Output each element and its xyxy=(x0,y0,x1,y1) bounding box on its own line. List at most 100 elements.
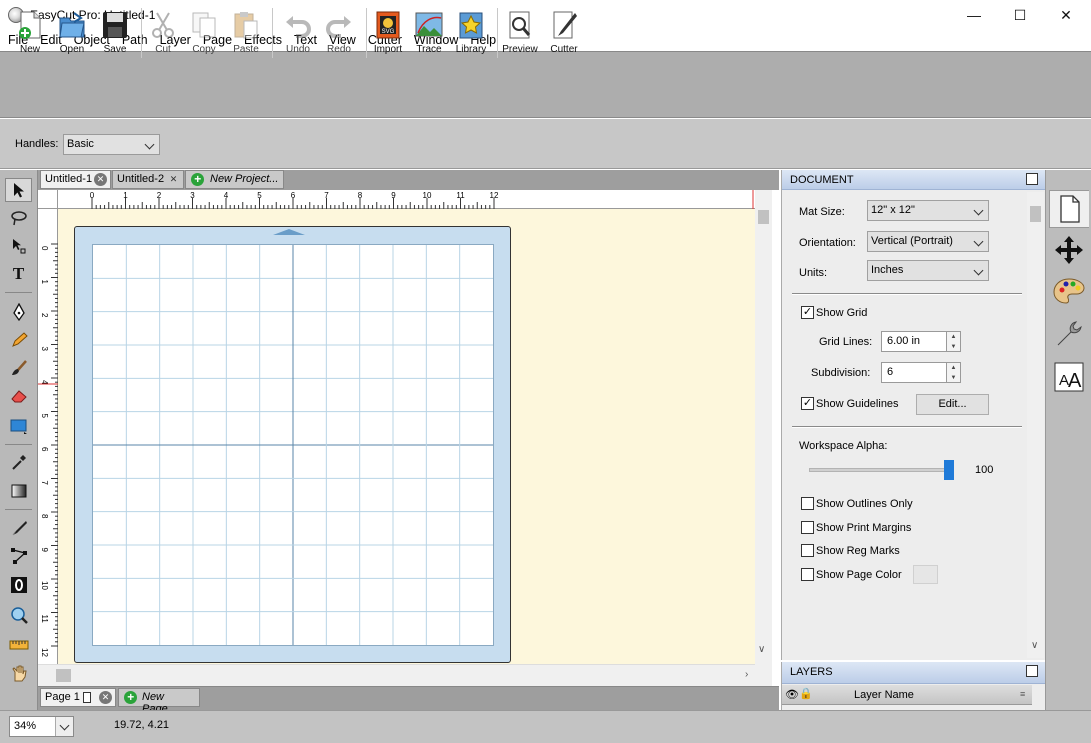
tab-label: Untitled-1 xyxy=(45,173,93,185)
page-color-swatch[interactable] xyxy=(913,565,938,584)
expand-panel-icon[interactable] xyxy=(1026,173,1038,185)
show-print-margins-checkbox[interactable] xyxy=(801,521,814,534)
copy-button[interactable]: Copy xyxy=(181,6,227,60)
brush-tool[interactable] xyxy=(5,356,32,380)
scroll-down-icon[interactable]: ∨ xyxy=(758,644,765,655)
page-1-tab[interactable]: Page 1 ✕ xyxy=(40,688,116,707)
weld-tool[interactable] xyxy=(5,573,32,597)
units-select[interactable]: Inches xyxy=(867,260,989,281)
expand-panel-icon[interactable] xyxy=(1026,665,1038,677)
show-reg-marks-label: Show Reg Marks xyxy=(816,545,900,557)
panel-scroll-thumb[interactable] xyxy=(1030,206,1041,222)
paste-button[interactable]: Paste xyxy=(223,6,269,60)
preview-button[interactable]: Preview xyxy=(497,6,543,60)
save-disk-icon xyxy=(101,10,129,40)
zoom-select[interactable]: 34% xyxy=(9,716,74,737)
scroll-right-icon[interactable]: › xyxy=(745,669,748,680)
grid-lines-input[interactable]: 6.00 in xyxy=(881,331,947,352)
visibility-eye-icon: 👁 xyxy=(785,689,799,701)
pencil-tool[interactable] xyxy=(5,328,32,352)
show-guidelines-checkbox[interactable]: ✓ xyxy=(801,397,814,410)
subdivision-input[interactable]: 6 xyxy=(881,362,947,383)
handles-select[interactable]: Basic xyxy=(63,134,160,155)
ruler-label: 9 xyxy=(40,548,49,553)
pen-tool[interactable] xyxy=(5,300,32,324)
ruler-label: 12 xyxy=(40,648,49,657)
new-project-tab[interactable]: + New Project... xyxy=(185,170,284,189)
grid-lines-spinner[interactable]: ▲ ▼ xyxy=(946,331,961,352)
measure-tool[interactable] xyxy=(5,633,32,657)
text-panel-tab[interactable]: AA xyxy=(1049,358,1089,396)
text-tool[interactable]: T xyxy=(5,262,32,286)
select-tool[interactable] xyxy=(5,178,32,202)
close-page-icon[interactable]: ✕ xyxy=(99,691,112,704)
subdivision-spinner[interactable]: ▲ ▼ xyxy=(946,362,961,383)
show-outlines-checkbox[interactable] xyxy=(801,497,814,510)
undo-button[interactable]: Undo xyxy=(275,6,321,60)
document-page-icon xyxy=(1059,195,1080,223)
tab-untitled-1[interactable]: Untitled-1 ✕ xyxy=(40,170,111,189)
new-button[interactable]: New xyxy=(7,6,53,60)
workspace-alpha-slider[interactable] xyxy=(809,468,949,472)
hand-tool[interactable] xyxy=(5,661,32,685)
tab-untitled-2[interactable]: Untitled-2 ✕ xyxy=(112,170,184,189)
show-reg-marks-checkbox[interactable] xyxy=(801,544,814,557)
workspace-alpha-thumb[interactable] xyxy=(944,460,954,480)
panel-scrollbar[interactable]: ∨ xyxy=(1027,192,1044,658)
knife-tool[interactable] xyxy=(5,516,32,540)
close-tab-icon[interactable]: ✕ xyxy=(94,173,107,186)
ruler-label: 11 xyxy=(456,191,465,200)
close-tab-icon[interactable]: ✕ xyxy=(167,173,180,186)
horizontal-scrollbar[interactable]: › xyxy=(38,664,772,686)
open-button[interactable]: Open xyxy=(49,6,95,60)
mat-size-select[interactable]: 12" x 12" xyxy=(867,200,989,221)
new-page-tab[interactable]: + New Page... xyxy=(118,688,200,715)
path-tool[interactable] xyxy=(5,544,32,568)
orientation-select[interactable]: Vertical (Portrait) xyxy=(867,231,989,252)
ruler-label: 1 xyxy=(123,191,128,200)
scroll-down-icon[interactable]: ∨ xyxy=(1031,640,1038,651)
canvas-workspace[interactable] xyxy=(58,209,755,664)
chevron-down-icon xyxy=(973,236,984,247)
document-panel-tab[interactable] xyxy=(1049,190,1089,228)
eraser-tool[interactable] xyxy=(5,384,32,408)
zoom-tool[interactable] xyxy=(5,603,32,627)
trace-button[interactable]: Trace xyxy=(406,6,452,60)
eyedropper-tool[interactable] xyxy=(5,450,32,474)
node-edit-tool[interactable] xyxy=(5,234,32,258)
show-page-color-checkbox[interactable] xyxy=(801,568,814,581)
vertical-scrollbar[interactable]: ∨ xyxy=(755,190,772,664)
color-panel-tab[interactable] xyxy=(1049,272,1089,310)
close-button[interactable]: ✕ xyxy=(1043,0,1089,30)
main-toolbar xyxy=(0,51,1091,118)
cutter-button[interactable]: Cutter xyxy=(541,6,587,60)
copy-label: Copy xyxy=(192,44,216,55)
add-plus-icon: + xyxy=(191,173,204,186)
save-button[interactable]: Save xyxy=(92,6,138,60)
gradient-tool[interactable] xyxy=(5,479,32,503)
ruler-label: 8 xyxy=(40,514,49,519)
show-guidelines-label: Show Guidelines xyxy=(816,398,899,410)
settings-panel-tab[interactable] xyxy=(1049,315,1089,353)
cut-button[interactable]: Cut xyxy=(140,6,186,60)
redo-button[interactable]: Redo xyxy=(316,6,362,60)
zoom-dropdown-button[interactable] xyxy=(55,717,73,736)
import-button[interactable]: SVG Import xyxy=(365,6,411,60)
ruler-top: 0 1 2 3 4 5 6 7 8 9 10 11 12 xyxy=(58,190,755,209)
edit-guidelines-button[interactable]: Edit... xyxy=(916,394,989,415)
eraser-icon xyxy=(10,390,27,403)
minimize-button[interactable]: — xyxy=(951,0,997,30)
horizontal-scroll-thumb[interactable] xyxy=(56,669,71,682)
column-options-icon[interactable]: ≡ xyxy=(1020,689,1025,699)
lasso-tool[interactable] xyxy=(5,206,32,230)
show-grid-checkbox[interactable]: ✓ xyxy=(801,306,814,319)
vertical-scroll-thumb[interactable] xyxy=(758,210,769,224)
undo-arrow-icon xyxy=(284,10,312,40)
lock-icon: 🔒 xyxy=(799,688,813,700)
library-button[interactable]: Library xyxy=(448,6,494,60)
chevron-down-icon xyxy=(973,265,984,276)
hand-pan-icon xyxy=(11,665,27,682)
maximize-button[interactable]: ☐ xyxy=(997,0,1043,30)
shape-tool[interactable] xyxy=(5,414,32,438)
transform-panel-tab[interactable] xyxy=(1049,231,1089,269)
